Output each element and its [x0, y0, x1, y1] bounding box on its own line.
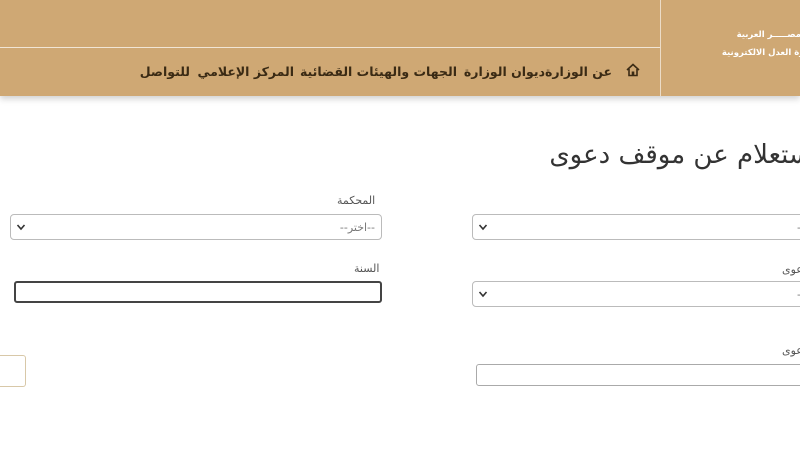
header-vertical-divider — [660, 0, 661, 96]
site-brand[interactable]: جمهورية مصـــــر العربية بوابة وزارة الع… — [668, 26, 800, 66]
nav-item-ministry-office[interactable]: ديوان الوزارة — [464, 64, 545, 79]
case-type-select[interactable]: -- — [472, 281, 800, 307]
chevron-down-icon — [478, 224, 488, 231]
nav-item-contact[interactable]: للتواصل — [140, 64, 190, 79]
court-select[interactable]: --اختر-- — [10, 214, 382, 240]
brand-country: جمهورية مصـــــر العربية — [736, 30, 800, 40]
nav-item-media-center[interactable]: المركز الإعلامي — [197, 64, 294, 79]
nav-item-about[interactable]: عن الوزارة — [545, 64, 612, 79]
court-label: المحكمة — [337, 194, 376, 207]
site-header: جمهورية مصـــــر العربية بوابة وزارة الع… — [0, 0, 800, 96]
chevron-down-icon — [16, 224, 26, 231]
year-input[interactable] — [14, 281, 382, 303]
case-category-select[interactable]: -- — [472, 214, 800, 240]
chevron-down-icon — [478, 291, 488, 298]
header-divider — [0, 47, 660, 48]
page-title: استعلام عن موقف دعوى — [549, 140, 800, 170]
court-placeholder: --اختر-- — [339, 221, 375, 234]
case-number-label: رقم الدعوى — [782, 344, 800, 357]
case-number-input[interactable] — [476, 364, 800, 386]
home-icon[interactable] — [626, 63, 640, 77]
nav-item-judicial-bodies[interactable]: الجهات والهيئات القضائية — [300, 64, 457, 79]
main-nav: عن الوزارة ديوان الوزارة الجهات والهيئات… — [0, 60, 660, 84]
brand-portal: بوابة وزارة العدل الالكترونية — [721, 48, 800, 58]
search-button[interactable] — [0, 355, 26, 387]
year-label: السنة — [354, 262, 380, 275]
case-type-label: نوع الدعوى — [782, 263, 800, 276]
